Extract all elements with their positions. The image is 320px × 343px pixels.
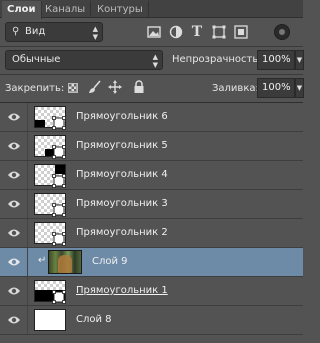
eye-icon bbox=[8, 200, 20, 208]
blend-mode-dropdown[interactable]: Обычные ▲ ▼ bbox=[5, 50, 163, 70]
vector-mask-icon bbox=[52, 203, 66, 217]
visibility-toggle[interactable] bbox=[0, 306, 28, 334]
filter-kind-dropdown[interactable]: ⚲ Вид ▲ ▼ bbox=[5, 22, 103, 42]
layer-name[interactable]: Слой 8 bbox=[76, 314, 112, 325]
lock-row: Закрепить: Заливка: 100% ▼ bbox=[0, 75, 304, 102]
search-icon: ⚲ bbox=[12, 26, 20, 37]
tab-paths[interactable]: Контуры bbox=[92, 1, 149, 18]
layer-name[interactable]: Прямоугольник 6 bbox=[76, 111, 168, 122]
vector-mask-icon bbox=[52, 116, 66, 130]
eye-icon bbox=[8, 171, 20, 179]
vector-mask-icon bbox=[52, 290, 66, 304]
layer-row[interactable]: Прямоугольник 4 bbox=[0, 161, 303, 190]
layer-thumbnail bbox=[34, 309, 66, 331]
layer-name[interactable]: Прямоугольник 2 bbox=[76, 227, 168, 238]
layer-thumbnail bbox=[48, 250, 82, 274]
visibility-toggle[interactable] bbox=[0, 277, 28, 305]
pixel-layer-filter-icon[interactable] bbox=[147, 25, 161, 39]
opacity-input[interactable]: 100% bbox=[257, 50, 295, 70]
blend-mode-value: Обычные bbox=[12, 54, 61, 65]
filter-toggle-switch[interactable] bbox=[274, 24, 290, 40]
fill-input[interactable]: 100% bbox=[257, 78, 295, 98]
opacity-label: Непрозрачность: bbox=[172, 54, 262, 65]
layers-panel: Слои Каналы Контуры ⚲ Вид ▲ ▼ T Обычные ▲ ▼… bbox=[0, 0, 304, 343]
layer-row-selected[interactable]: ↵ Слой 9 bbox=[0, 248, 303, 277]
visibility-toggle[interactable] bbox=[0, 103, 28, 131]
vector-mask-icon bbox=[52, 232, 66, 246]
lock-image-pixels-icon[interactable] bbox=[88, 80, 102, 94]
blend-row: Обычные ▲ ▼ Непрозрачность: 100% ▼ bbox=[0, 46, 304, 74]
layer-row[interactable]: Прямоугольник 5 bbox=[0, 132, 303, 161]
layer-row[interactable]: Слой 8 bbox=[0, 306, 303, 335]
smart-object-filter-icon[interactable] bbox=[234, 25, 248, 39]
eye-icon bbox=[8, 316, 20, 324]
layer-name[interactable]: Прямоугольник 4 bbox=[76, 169, 168, 180]
layer-row[interactable]: Прямоугольник 6 bbox=[0, 103, 303, 132]
updown-arrows-icon: ▲ ▼ bbox=[92, 25, 98, 41]
adjustment-layer-filter-icon[interactable] bbox=[169, 25, 183, 39]
filter-row: ⚲ Вид ▲ ▼ T bbox=[0, 18, 303, 46]
panel-tab-bar: Слои Каналы Контуры bbox=[0, 0, 303, 19]
type-layer-filter-icon[interactable]: T bbox=[190, 25, 204, 39]
eye-icon bbox=[8, 113, 20, 121]
visibility-toggle[interactable] bbox=[0, 161, 28, 189]
lock-position-icon[interactable] bbox=[108, 80, 122, 94]
updown-arrows-icon: ▲ ▼ bbox=[152, 53, 158, 69]
filter-kind-value: Вид bbox=[25, 26, 46, 37]
vector-mask-icon bbox=[52, 174, 66, 188]
eye-icon bbox=[8, 287, 20, 295]
visibility-toggle[interactable] bbox=[0, 248, 28, 276]
fill-slider-arrow-icon[interactable]: ▼ bbox=[295, 78, 304, 98]
eye-icon bbox=[8, 229, 20, 237]
layer-name[interactable]: Прямоугольник 5 bbox=[76, 140, 168, 151]
opacity-slider-arrow-icon[interactable]: ▼ bbox=[295, 50, 304, 70]
layer-name[interactable]: Слой 9 bbox=[92, 256, 128, 267]
eye-icon bbox=[8, 258, 20, 266]
visibility-toggle[interactable] bbox=[0, 190, 28, 218]
lock-transparent-pixels-icon[interactable] bbox=[68, 83, 78, 93]
layers-list: Прямоугольник 6 Прямоугольник 5 Прямоуго… bbox=[0, 103, 303, 343]
lock-all-icon[interactable] bbox=[132, 80, 146, 94]
visibility-toggle[interactable] bbox=[0, 219, 28, 247]
layer-row[interactable]: Прямоугольник 2 bbox=[0, 219, 303, 248]
layer-row[interactable]: Прямоугольник 3 bbox=[0, 190, 303, 219]
vector-mask-icon bbox=[52, 145, 66, 159]
layer-name[interactable]: Прямоугольник 3 bbox=[76, 198, 168, 209]
tab-channels[interactable]: Каналы bbox=[40, 1, 92, 18]
layer-row[interactable]: Прямоугольник 1 bbox=[0, 277, 303, 306]
fill-label: Заливка: bbox=[212, 83, 259, 94]
eye-icon bbox=[8, 142, 20, 150]
shape-layer-filter-icon[interactable] bbox=[212, 25, 226, 39]
visibility-toggle[interactable] bbox=[0, 132, 28, 160]
tab-layers[interactable]: Слои bbox=[2, 1, 42, 19]
lock-label: Закрепить: bbox=[5, 83, 65, 94]
clipping-mask-arrow-icon: ↵ bbox=[38, 255, 47, 266]
layer-name[interactable]: Прямоугольник 1 bbox=[76, 285, 168, 296]
